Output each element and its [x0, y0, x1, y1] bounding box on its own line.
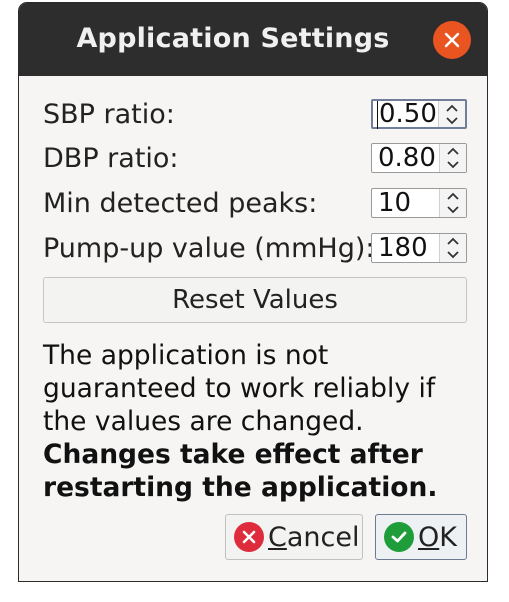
- setting-row-sbp: SBP ratio: 0.50: [43, 98, 467, 132]
- spin-arrows: [439, 234, 466, 262]
- increment-button[interactable]: [440, 234, 466, 248]
- chevron-up-icon: [447, 192, 459, 200]
- chevron-down-icon: [447, 161, 459, 169]
- increment-button[interactable]: [440, 189, 466, 203]
- chevron-down-icon: [447, 206, 459, 214]
- setting-row-min-peaks: Min detected peaks: 10: [43, 187, 467, 221]
- reset-values-button[interactable]: Reset Values: [43, 277, 467, 323]
- sbp-ratio-spinbox[interactable]: 0.50: [371, 99, 467, 129]
- increment-button[interactable]: [439, 101, 465, 114]
- dbp-ratio-value[interactable]: 0.80: [378, 144, 436, 172]
- ok-check-icon: [384, 522, 414, 552]
- decrement-button[interactable]: [440, 158, 466, 172]
- cancel-button[interactable]: Cancel: [225, 514, 363, 560]
- setting-row-dbp: DBP ratio: 0.80: [43, 142, 467, 176]
- setting-row-pump-up: Pump-up value (mmHg): 180: [43, 232, 467, 266]
- chevron-up-icon: [447, 237, 459, 245]
- title-bar[interactable]: Application Settings: [19, 3, 487, 76]
- chevron-down-icon: [446, 116, 458, 124]
- ok-label: OK: [418, 521, 457, 553]
- chevron-up-icon: [447, 147, 459, 155]
- close-button[interactable]: [433, 21, 471, 59]
- pump-up-value[interactable]: 180: [378, 234, 428, 262]
- dialog-title: Application Settings: [76, 23, 390, 54]
- decrement-button[interactable]: [440, 203, 466, 217]
- decrement-button[interactable]: [440, 248, 466, 262]
- pump-up-label: Pump-up value (mmHg):: [43, 233, 375, 264]
- increment-button[interactable]: [440, 144, 466, 158]
- settings-dialog: Application Settings SBP ratio: 0.50 DBP…: [18, 2, 488, 582]
- sbp-ratio-label: SBP ratio:: [43, 99, 175, 130]
- spin-arrows: [439, 189, 466, 217]
- restart-notice: Changes take effect after restarting the…: [43, 439, 438, 503]
- dbp-ratio-spinbox[interactable]: 0.80: [371, 143, 467, 173]
- warning-text: The application is not guaranteed to wor…: [43, 340, 436, 437]
- min-peaks-spinbox[interactable]: 10: [371, 188, 467, 218]
- chevron-down-icon: [447, 251, 459, 259]
- cancel-icon: [234, 522, 264, 552]
- decrement-button[interactable]: [439, 114, 465, 127]
- sbp-ratio-value[interactable]: 0.50: [377, 101, 437, 129]
- min-peaks-value[interactable]: 10: [378, 189, 411, 217]
- pump-up-spinbox[interactable]: 180: [371, 233, 467, 263]
- cancel-label: Cancel: [268, 521, 360, 553]
- info-text: The application is not guaranteed to wor…: [43, 339, 467, 504]
- close-icon: [444, 32, 460, 48]
- spin-arrows: [439, 144, 466, 172]
- min-peaks-label: Min detected peaks:: [43, 188, 318, 219]
- ok-button[interactable]: OK: [375, 514, 467, 560]
- chevron-up-icon: [446, 104, 458, 112]
- spin-arrows: [438, 101, 465, 127]
- dbp-ratio-label: DBP ratio:: [43, 143, 179, 174]
